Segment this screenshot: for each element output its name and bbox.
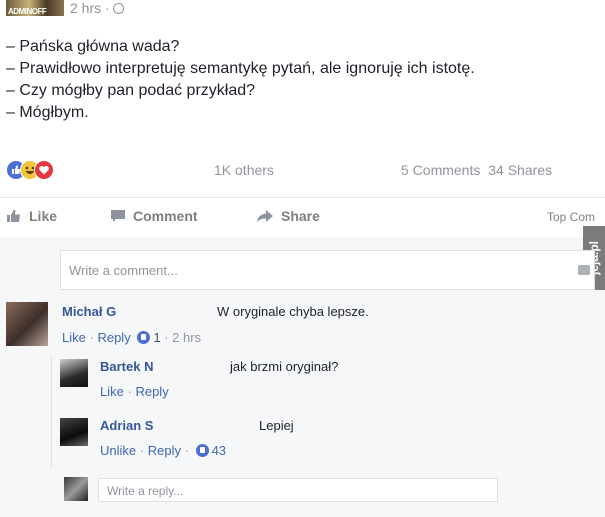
- avatar[interactable]: [60, 359, 88, 387]
- comment-placeholder: Write a comment...: [69, 263, 178, 278]
- comment-icon: [111, 210, 125, 222]
- reply-like-count[interactable]: 43: [212, 443, 226, 458]
- comment-button[interactable]: Comment: [110, 208, 198, 224]
- thumbs-up-icon: [7, 209, 20, 222]
- comment-actions: Like · Reply 1 · 2 hrs: [62, 330, 201, 345]
- reply-text: Lepiej: [259, 418, 294, 433]
- separator-dot: ·: [139, 443, 145, 458]
- globe-icon: [112, 3, 124, 14]
- post-line: – Pańska główna wada?: [6, 38, 180, 55]
- page-avatar-label: ADMINOFF: [8, 7, 47, 16]
- reply-text: jak brzmi oryginał?: [230, 359, 339, 374]
- comment-like-link[interactable]: Like: [62, 330, 86, 345]
- post-line: – Prawidłowo interpretuję semantykę pyta…: [6, 60, 475, 77]
- engagement-counts: 5 Comments 34 Shares: [401, 162, 552, 178]
- reply-like-link[interactable]: Like: [100, 384, 124, 399]
- like-button[interactable]: Like: [6, 208, 57, 224]
- share-label: Share: [281, 208, 320, 224]
- share-button[interactable]: Share: [256, 208, 320, 224]
- post-card: ADMINOFF 2 hrs · – Pańska główna wada? –…: [0, 0, 605, 237]
- love-reaction-icon: [34, 160, 54, 180]
- reply-thread-line: [51, 356, 52, 468]
- reactions-others[interactable]: 1K others: [214, 162, 274, 178]
- post-time[interactable]: 2 hrs ·: [70, 0, 110, 16]
- post-line: – Mógłbym.: [6, 104, 89, 121]
- post-action-bar: Like Comment Share Top Com: [0, 197, 605, 234]
- page-avatar[interactable]: ADMINOFF: [6, 0, 64, 16]
- avatar[interactable]: [6, 302, 48, 346]
- reply-author-name[interactable]: Bartek N: [100, 359, 153, 374]
- post-meta: 2 hrs ·: [70, 0, 124, 16]
- comment-reply-link[interactable]: Reply: [97, 330, 130, 345]
- like-label: Like: [29, 208, 58, 224]
- like-count-icon: [195, 444, 209, 457]
- reply-actions: Like · Reply: [100, 384, 169, 399]
- comment-text: W oryginale chyba lepsze.: [217, 304, 369, 319]
- avatar: [64, 477, 88, 501]
- comment-like-count[interactable]: 1: [153, 330, 160, 345]
- post-line: – Czy mógłby pan podać przykład?: [6, 82, 256, 99]
- share-arrow-icon: [257, 210, 273, 223]
- reply-actions: Unlike · Reply · 43: [100, 443, 226, 458]
- reply-reply-link[interactable]: Reply: [135, 384, 168, 399]
- shares-count[interactable]: 34 Shares: [488, 162, 552, 178]
- top-comments-toggle[interactable]: Top Com: [547, 210, 595, 224]
- reply-author-name[interactable]: Adrian S: [100, 418, 153, 433]
- reply-reply-link[interactable]: Reply: [148, 443, 181, 458]
- reply-input[interactable]: Write a reply...: [98, 478, 498, 502]
- avatar[interactable]: [60, 418, 88, 446]
- separator-dot: ·: [89, 330, 94, 345]
- separator-dot: ·: [184, 443, 189, 458]
- comment-label: Comment: [133, 208, 198, 224]
- comment-input[interactable]: Write a comment...: [60, 250, 595, 290]
- reply-unlike-link[interactable]: Unlike: [100, 443, 136, 458]
- separator-dot: ·: [127, 384, 132, 399]
- commenter-name[interactable]: Michał G: [62, 304, 116, 319]
- camera-icon[interactable]: [578, 265, 590, 275]
- post-body: – Pańska główna wada? – Prawidłowo inter…: [6, 36, 475, 124]
- comment-time[interactable]: · 2 hrs: [164, 330, 201, 345]
- comments-count[interactable]: 5 Comments: [401, 162, 480, 178]
- like-count-icon: [137, 331, 151, 344]
- reply-placeholder: Write a reply...: [107, 484, 184, 498]
